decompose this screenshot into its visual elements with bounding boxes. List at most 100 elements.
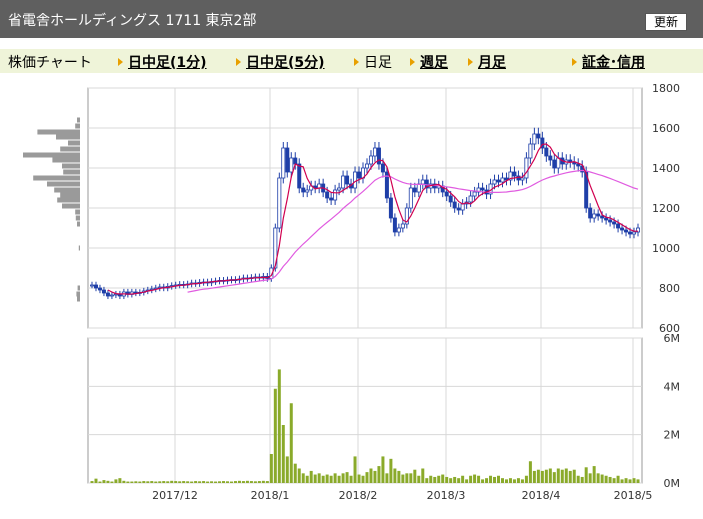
volume-bar <box>564 468 568 483</box>
volume-bar <box>544 469 548 483</box>
volume-bar <box>616 475 620 483</box>
stock-chart: 180016001400120010008006006M4M2M0M2017/1… <box>23 82 681 502</box>
price-profile-bar <box>77 296 80 302</box>
volume-bar <box>321 475 325 483</box>
price-profile-bar <box>63 169 80 175</box>
volume-bar <box>114 479 118 483</box>
candle-body <box>456 207 461 211</box>
volume-bar <box>190 481 194 483</box>
candle-body <box>600 215 605 219</box>
price-profile-bar <box>77 221 80 227</box>
volume-bar <box>516 478 520 483</box>
price-tick-label: 800 <box>659 282 680 295</box>
candle-body <box>337 187 342 191</box>
candle-body <box>329 197 334 201</box>
volume-bar <box>269 454 273 483</box>
volume-bar <box>110 481 114 483</box>
volume-bar <box>202 481 206 483</box>
candle-body <box>612 221 617 225</box>
candle-body <box>341 175 346 189</box>
volume-bar <box>277 369 281 483</box>
price-profile-bar <box>77 117 80 123</box>
volume-bar <box>536 469 540 483</box>
candle-body <box>408 187 413 209</box>
volume-bar <box>389 458 393 483</box>
candle-body <box>512 171 517 177</box>
volume-bar <box>309 470 313 483</box>
volume-bar <box>106 480 110 483</box>
price-profile-bar <box>56 134 80 140</box>
x-tick-label: 2018/5 <box>614 489 653 502</box>
volume-bar <box>441 474 445 483</box>
volume-bar <box>245 480 249 483</box>
volume-bar <box>130 481 134 483</box>
volume-bar <box>146 481 150 483</box>
volume-bar <box>620 479 624 483</box>
volume-bar <box>229 481 233 483</box>
volume-bar <box>576 475 580 483</box>
candle-body <box>285 147 290 173</box>
price-profile-bar <box>33 175 80 181</box>
candle-body <box>400 223 405 229</box>
candle-body <box>548 155 553 161</box>
volume-bar <box>361 475 365 483</box>
volume-bar <box>357 474 361 483</box>
volume-bar <box>249 481 253 483</box>
price-profile-bar <box>54 187 80 193</box>
volume-bar <box>632 478 636 483</box>
candle-body <box>109 294 114 297</box>
candle-body <box>93 284 98 289</box>
price-profile-bar <box>75 215 80 221</box>
volume-bar <box>493 476 497 483</box>
volume-bar <box>138 481 142 483</box>
candle-body <box>524 157 529 179</box>
volume-bar <box>409 473 413 483</box>
volume-bar <box>285 456 289 483</box>
price-tick-label: 1000 <box>652 242 680 255</box>
volume-bar <box>134 481 138 483</box>
candle-body <box>448 195 453 203</box>
volume-bar <box>94 478 98 483</box>
candle-body <box>480 187 485 191</box>
volume-bar <box>281 425 285 483</box>
candle-body <box>353 171 358 189</box>
candle-body <box>368 155 373 165</box>
candle-body <box>460 203 465 211</box>
candle-body <box>364 163 369 169</box>
volume-bar <box>170 480 174 483</box>
volume-bar <box>381 456 385 483</box>
volume-bar <box>182 481 186 483</box>
volume-tick-label: 2M <box>664 429 681 442</box>
volume-bar <box>497 475 501 483</box>
candle-body <box>289 157 294 173</box>
x-tick-label: 2018/4 <box>522 489 561 502</box>
volume-bar <box>588 473 592 483</box>
volume-bar <box>512 479 516 483</box>
volume-bar <box>385 473 389 483</box>
candle-body <box>536 133 541 139</box>
candle-body <box>101 289 106 294</box>
price-tick-label: 1800 <box>652 82 680 95</box>
volume-bar <box>186 481 190 483</box>
candle-body <box>325 191 330 199</box>
x-tick-label: 2017/12 <box>152 489 198 502</box>
candle-body <box>616 223 621 229</box>
candle-body <box>281 147 286 179</box>
price-profile-bar <box>78 245 80 251</box>
price-profile-bar <box>52 157 80 163</box>
candle-body <box>293 157 298 165</box>
volume-tick-label: 0M <box>664 477 681 490</box>
candle-body <box>392 217 397 233</box>
volume-bar <box>369 468 373 483</box>
candle-body <box>305 189 310 193</box>
candle-body <box>472 191 477 197</box>
volume-bar <box>329 475 333 483</box>
candle-body <box>532 133 537 145</box>
volume-bar <box>206 481 210 483</box>
price-profile-bar <box>60 192 80 198</box>
volume-bar <box>118 478 122 483</box>
volume-bar <box>293 463 297 483</box>
volume-bar <box>461 475 465 483</box>
volume-bar <box>433 476 437 483</box>
candle-body <box>105 292 110 297</box>
